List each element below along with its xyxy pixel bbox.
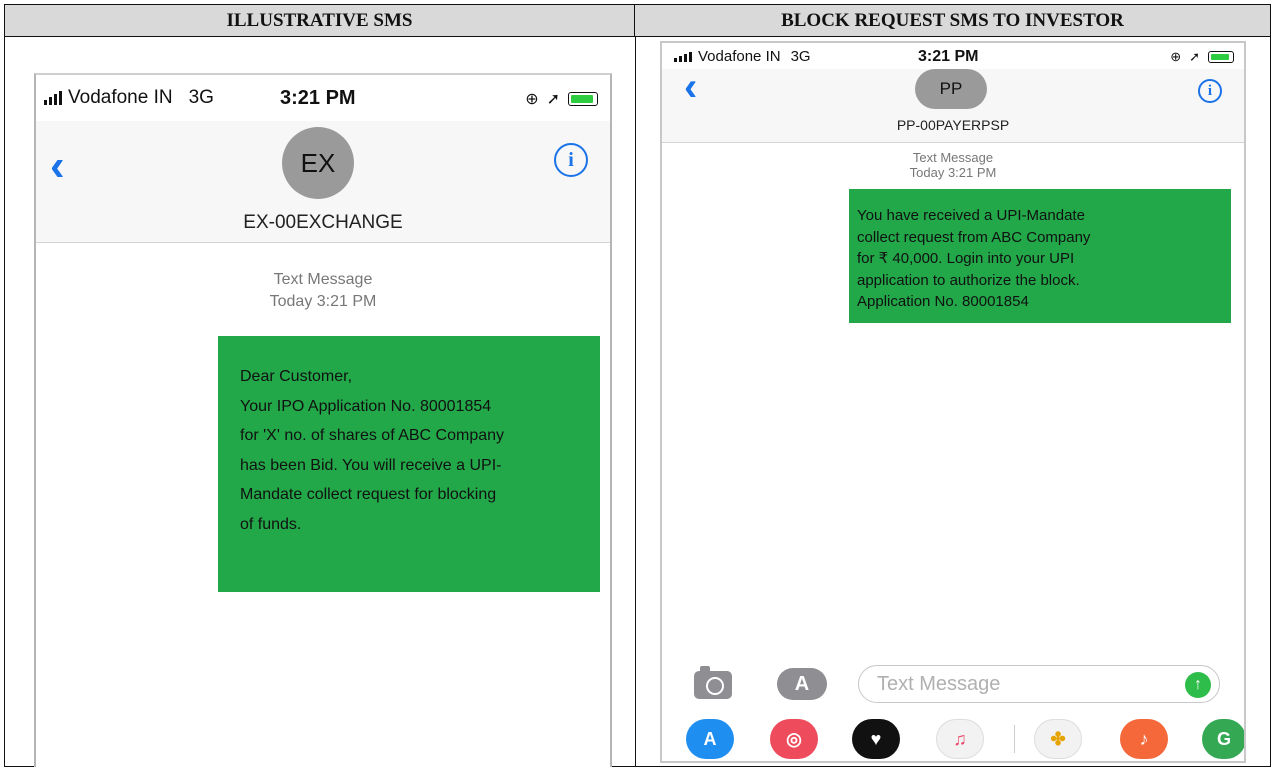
message-date: Today 3:21 PM: [269, 292, 377, 310]
imessage-app-tray: A ◎ ♥ ♫ ✤ ♪ G: [662, 715, 1244, 761]
message-line: Your IPO Application No. 80001854: [240, 397, 492, 415]
message-bubble[interactable]: Dear Customer, Your IPO Application No. …: [218, 336, 600, 592]
lock-rotation-icon: ⊕: [1170, 49, 1182, 64]
status-time: 3:21 PM: [280, 87, 356, 109]
battery-icon: [1208, 51, 1234, 63]
tray-separator: [1014, 725, 1015, 753]
illustrative-sms-header: ILLUSTRATIVE SMS: [5, 5, 635, 37]
contact-name[interactable]: PP-00PAYERPSP: [662, 117, 1244, 133]
message-line: Dear Customer,: [240, 368, 353, 385]
contact-name[interactable]: EX-00EXCHANGE: [36, 212, 610, 234]
message-line: for 'X' no. of shares of ABC Company: [240, 427, 505, 444]
digital-touch-icon[interactable]: ♥: [852, 719, 900, 759]
message-type-label: Text Message: [912, 150, 994, 165]
camera-icon[interactable]: [694, 666, 732, 699]
message-timestamp: Text Message Today 3:21 PM: [36, 269, 610, 312]
app-store-icon[interactable]: A: [686, 719, 734, 759]
avatar[interactable]: EX: [282, 127, 354, 199]
music-app-icon[interactable]: ♪: [1120, 719, 1168, 759]
maps-icon[interactable]: G: [1202, 719, 1244, 759]
message-line: of funds.: [240, 515, 302, 533]
carrier-name: Vodafone IN: [698, 48, 781, 65]
signal-icon: [674, 51, 692, 62]
location-icon: ➚: [546, 91, 560, 108]
image-search-icon[interactable]: ◎: [770, 719, 818, 759]
lock-rotation-icon: ⊕: [525, 91, 539, 108]
message-type-label: Text Message: [273, 271, 373, 288]
message-line: application to authorize the block.: [857, 271, 1080, 289]
carrier-name: Vodafone IN: [68, 87, 173, 108]
message-line: Mandate collect request for blocking: [240, 486, 497, 503]
message-input[interactable]: Text Message ↑: [858, 665, 1220, 703]
message-line: You have received a UPI-Mandate: [857, 207, 1085, 224]
block-request-sms-screenshot: Vodafone IN 3G 3:21 PM ⊕ ➚ ‹ PP PP-00PAY…: [660, 41, 1246, 763]
avatar[interactable]: PP: [915, 69, 987, 109]
message-line: collect request from ABC Company: [857, 228, 1091, 246]
column-divider: [635, 37, 636, 767]
message-compose-bar: A Text Message ↑: [662, 663, 1244, 713]
message-timestamp: Text Message Today 3:21 PM: [662, 150, 1244, 181]
status-bar: Vodafone IN 3G 3:21 PM ⊕ ➚: [662, 43, 1244, 69]
info-icon[interactable]: i: [1198, 79, 1222, 103]
message-line: Application No. 80001854: [857, 293, 1029, 310]
block-request-sms-header: BLOCK REQUEST SMS TO INVESTOR: [635, 5, 1270, 37]
status-bar: Vodafone IN 3G 3:21 PM ⊕ ➚: [36, 75, 610, 121]
conversation-header: ‹ PP PP-00PAYERPSP i: [662, 65, 1244, 143]
message-date: Today 3:21 PM: [909, 164, 997, 180]
send-arrow-icon[interactable]: ↑: [1185, 672, 1211, 698]
location-icon: ➚: [1189, 49, 1200, 64]
network-type: 3G: [188, 87, 214, 108]
chevron-left-icon[interactable]: ‹: [50, 141, 65, 191]
message-input-placeholder: Text Message: [877, 672, 1001, 695]
status-time: 3:21 PM: [918, 48, 979, 65]
message-bubble[interactable]: You have received a UPI-Mandate collect …: [849, 189, 1231, 323]
app-store-icon[interactable]: A: [777, 668, 827, 700]
signal-icon: [44, 91, 62, 105]
network-type: 3G: [790, 48, 811, 65]
conversation-header: ‹ EX EX-00EXCHANGE i: [36, 121, 610, 243]
chevron-left-icon[interactable]: ‹: [684, 65, 697, 110]
music-icon[interactable]: ♫: [936, 719, 984, 759]
photos-icon[interactable]: ✤: [1034, 719, 1082, 759]
message-line: for ₹ 40,000. Login into your UPI: [857, 250, 1075, 267]
info-icon[interactable]: i: [554, 143, 588, 177]
message-line: has been Bid. You will receive a UPI-: [240, 456, 502, 474]
illustrative-sms-screenshot: Vodafone IN 3G 3:21 PM ⊕ ➚ ‹ EX EX-00EXC…: [34, 73, 612, 767]
battery-icon: [568, 92, 598, 106]
